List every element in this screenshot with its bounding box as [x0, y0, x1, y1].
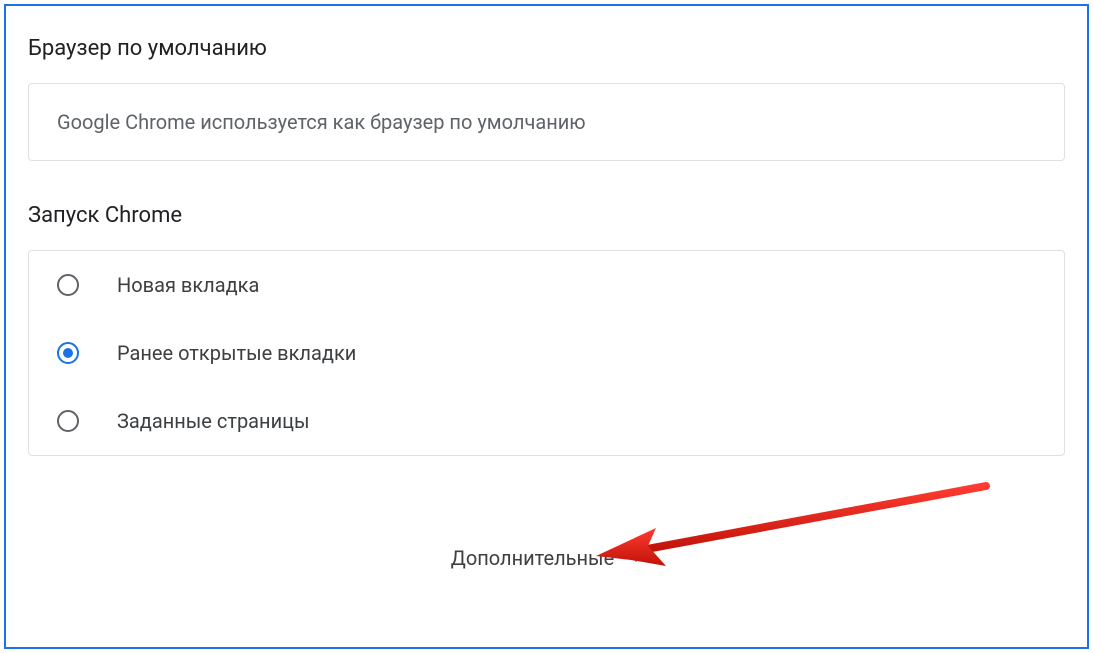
startup-option-label: Новая вкладка	[117, 273, 259, 297]
startup-option-label: Ранее открытые вкладки	[117, 341, 356, 365]
on-startup-card: Новая вкладка Ранее открытые вкладки Зад…	[28, 250, 1065, 456]
on-startup-title: Запуск Chrome	[6, 161, 1087, 228]
startup-option-new-tab[interactable]: Новая вкладка	[29, 251, 1064, 319]
radio-icon[interactable]	[57, 410, 79, 432]
default-browser-card: Google Chrome используется как браузер п…	[28, 83, 1065, 161]
advanced-row: Дополнительные	[6, 546, 1087, 570]
advanced-button[interactable]: Дополнительные	[451, 546, 642, 570]
radio-icon[interactable]	[57, 274, 79, 296]
advanced-label: Дополнительные	[451, 546, 614, 570]
chevron-down-icon	[630, 555, 642, 562]
default-browser-status: Google Chrome используется как браузер п…	[29, 84, 1064, 160]
startup-option-specific-pages[interactable]: Заданные страницы	[29, 387, 1064, 455]
default-browser-title: Браузер по умолчанию	[6, 6, 1087, 61]
startup-option-continue[interactable]: Ранее открытые вкладки	[29, 319, 1064, 387]
radio-icon[interactable]	[57, 342, 79, 364]
startup-option-label: Заданные страницы	[117, 409, 310, 433]
settings-panel: Браузер по умолчанию Google Chrome испол…	[4, 4, 1089, 649]
